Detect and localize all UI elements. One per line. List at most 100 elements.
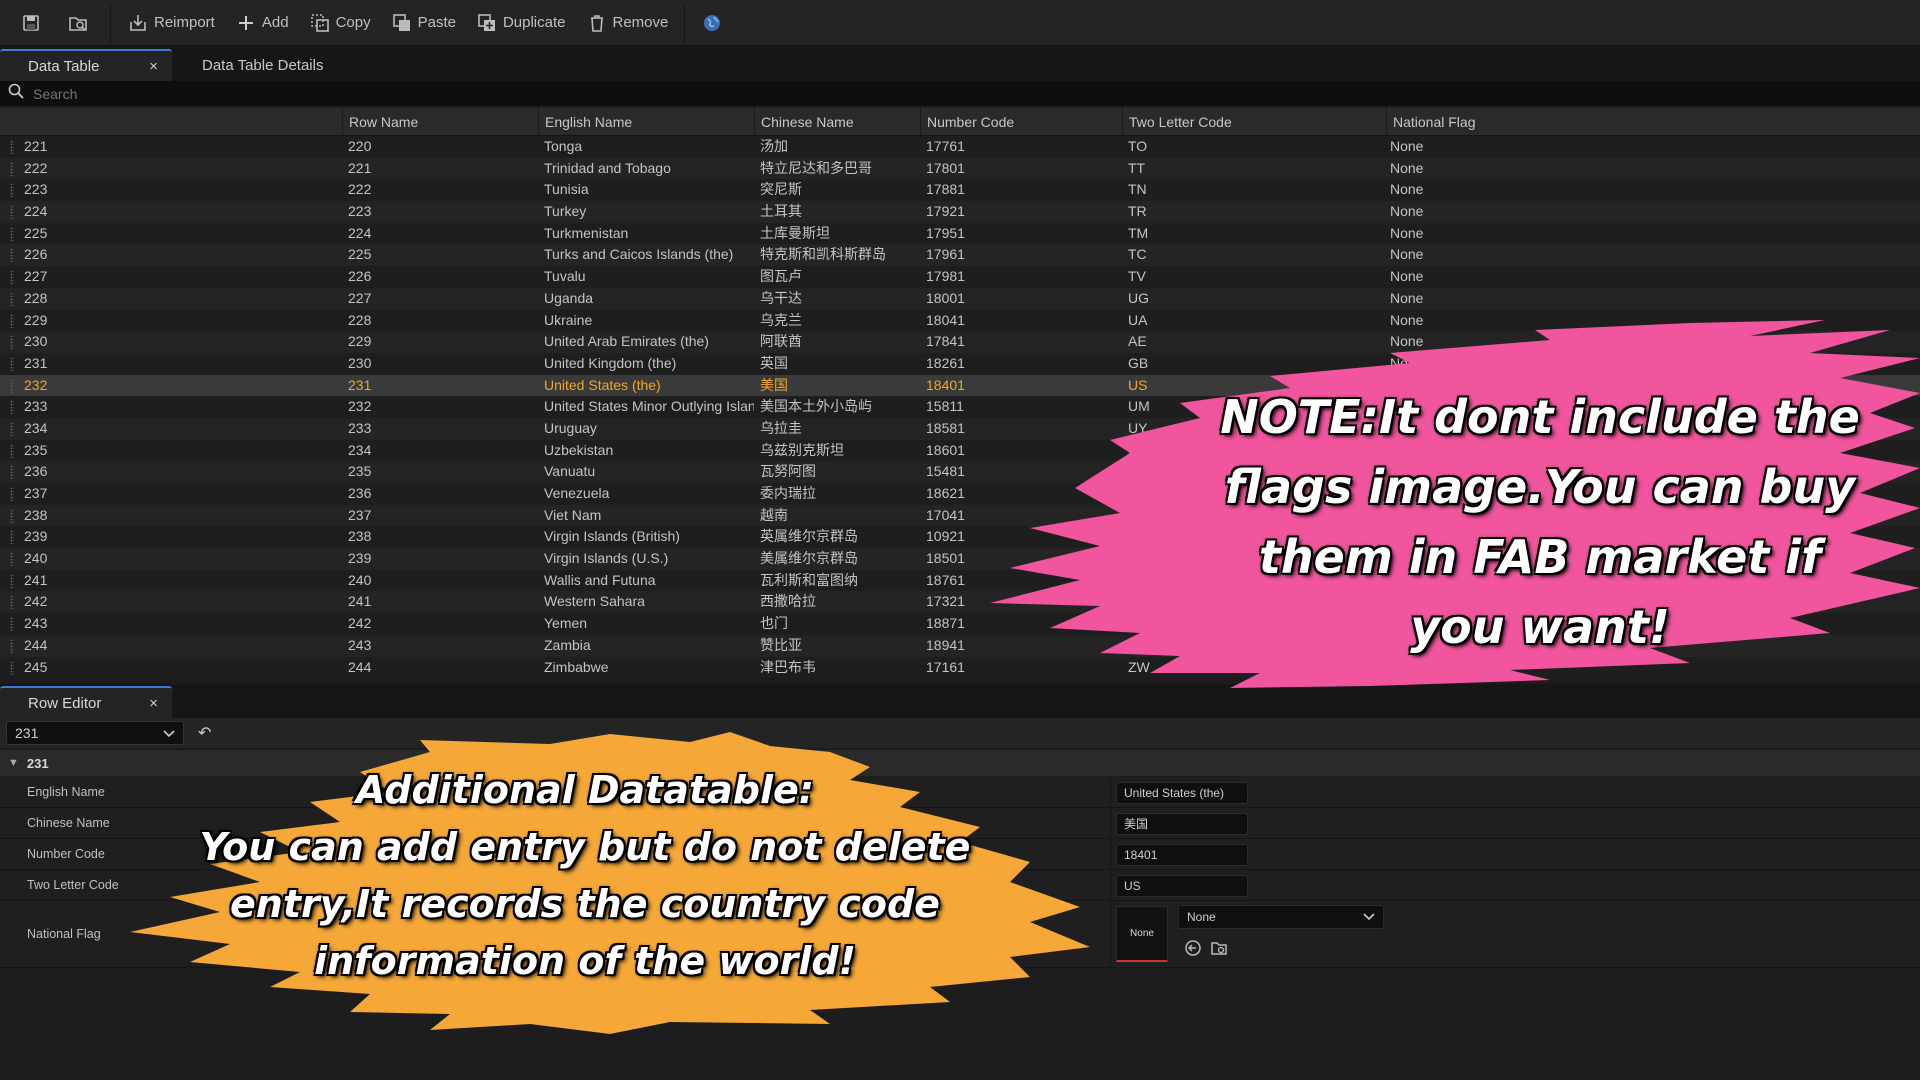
remove-button[interactable]: Remove [576,6,679,40]
cell-number-code: 17801 [926,159,965,176]
column-header-chinese-name[interactable]: Chinese Name [754,108,920,136]
drag-handle-icon[interactable] [10,313,14,328]
cell-national-flag: None [1390,333,1424,350]
drag-handle-icon[interactable] [10,530,14,545]
table-row[interactable]: 228 227 Uganda 乌干达 18001 UG None [0,287,1920,310]
tab-row-editor[interactable]: Row Editor × [0,686,172,718]
table-row[interactable]: 225 224 Turkmenistan 土库曼斯坦 17951 TM None [0,222,1920,245]
browse-asset-icon[interactable] [1210,939,1228,957]
cell-number-code: 17881 [926,181,965,198]
drag-handle-icon[interactable] [10,291,14,306]
cell-row-index: 236 [24,463,48,480]
cell-row-index: 245 [24,658,48,675]
drag-handle-icon[interactable] [10,421,14,436]
paste-button[interactable]: Paste [381,6,466,40]
table-row[interactable]: 230 229 United Arab Emirates (the) 阿联酋 17841… [0,331,1920,353]
number-code-field[interactable]: 18401 [1116,844,1248,866]
drag-handle-icon[interactable] [10,226,14,241]
table-row[interactable]: 224 223 Turkey 土耳其 17921 TR None [0,201,1920,223]
flag-asset-dropdown[interactable]: None [1178,905,1384,929]
column-header-row-name[interactable]: Row Name [342,108,538,136]
duplicate-button[interactable]: Duplicate [466,6,576,40]
search-bar [0,81,1920,106]
drag-handle-icon[interactable] [10,356,14,371]
cell-row-name: 244 [348,658,372,675]
cell-row-index: 238 [24,506,48,523]
table-row[interactable]: 231 230 United Kingdom (the) 英国 18261 GB None [0,352,1920,375]
reimport-icon [127,12,149,34]
drag-handle-icon[interactable] [10,161,14,176]
browse-button[interactable] [57,6,104,40]
table-row[interactable]: 223 222 Tunisia 突尼斯 17881 TN None [0,179,1920,202]
drag-handle-icon[interactable] [10,443,14,458]
cell-number-code: 17841 [926,333,965,350]
drag-handle-icon[interactable] [10,595,14,610]
cell-two-letter-code: TC [1128,246,1147,263]
copy-button[interactable]: Copy [299,6,381,40]
table-row[interactable]: 226 225 Turks and Caicos Islands (the) 特克斯和… [0,244,1920,267]
drag-handle-icon[interactable] [10,140,14,154]
cell-english-name: Wallis and Futuna [544,571,656,588]
tab-data-table-label: Data Table [28,57,100,75]
table-row[interactable]: 229 228 Ukraine 乌克兰 18041 UA None [0,309,1920,332]
property-label: Two Letter Code [27,878,119,892]
save-button[interactable] [10,6,57,40]
drag-handle-icon[interactable] [10,638,14,653]
drag-handle-icon[interactable] [10,617,14,632]
undo-icon[interactable]: ↶ [198,723,211,743]
orange-note-line: Additional Datatable: [356,768,814,812]
search-input[interactable] [33,85,433,102]
cell-english-name: Uganda [544,289,594,306]
source-control-button[interactable] [691,6,738,40]
close-icon[interactable]: × [149,58,158,75]
cell-english-name: United States Minor Outlying Islands [544,398,754,415]
table-row[interactable]: 222 221 Trinidad and Tobago 特立尼达和多巴哥 17801 TT… [0,157,1920,180]
drag-handle-icon[interactable] [10,465,14,480]
table-row[interactable]: 221 220 Tonga 汤加 17761 TO None [0,136,1920,158]
drag-handle-icon[interactable] [10,487,14,501]
drag-handle-icon[interactable] [10,205,14,220]
table-row[interactable]: 227 226 Tuvalu 图瓦卢 17981 TV None [0,266,1920,288]
cell-number-code: 18761 [926,571,965,588]
row-select-dropdown[interactable]: 231 [6,721,184,745]
cell-number-code: 18261 [926,354,965,371]
use-selected-icon[interactable] [1184,939,1202,957]
tab-data-table-details[interactable]: Data Table Details [172,49,337,81]
cell-number-code: 17321 [926,593,965,610]
column-header-two-letter-code[interactable]: Two Letter Code [1122,108,1386,136]
close-icon[interactable]: × [149,695,158,712]
drag-handle-icon[interactable] [10,248,14,263]
drag-handle-icon[interactable] [10,335,14,350]
cell-row-name: 236 [348,485,372,501]
tab-data-table[interactable]: Data Table × [0,49,172,81]
search-icon [8,83,24,104]
column-header-national-flag[interactable]: National Flag [1386,108,1920,136]
cell-row-index: 222 [24,159,48,176]
cell-national-flag: None [1390,268,1424,285]
column-header-english-name[interactable]: English Name [538,108,754,136]
chinese-name-field[interactable]: 美国 [1116,813,1248,835]
drag-handle-icon[interactable] [10,270,14,285]
cell-chinese-name: 土耳其 [760,203,802,220]
cell-national-flag: None [1390,246,1424,263]
add-button[interactable]: Add [225,6,299,40]
drag-handle-icon[interactable] [10,183,14,198]
cell-row-index: 233 [24,398,48,415]
drag-handle-icon[interactable] [10,573,14,588]
cell-number-code: 17961 [926,246,965,263]
column-header-number-code[interactable]: Number Code [920,108,1122,136]
cell-english-name: Uzbekistan [544,441,614,458]
english-name-field[interactable]: United States (the) [1116,782,1248,804]
paste-label: Paste [417,14,456,31]
cell-chinese-name: 赞比亚 [760,636,802,653]
drag-handle-icon[interactable] [10,400,14,415]
flag-thumbnail[interactable]: None [1116,906,1168,962]
reimport-button[interactable]: Reimport [117,6,225,40]
cell-english-name: Virgin Islands (U.S.) [544,550,669,567]
drag-handle-icon[interactable] [10,660,14,675]
drag-handle-icon[interactable] [10,552,14,567]
two-letter-code-field[interactable]: US [1116,875,1248,897]
cell-chinese-name: 越南 [760,506,788,523]
drag-handle-icon[interactable] [10,508,14,523]
drag-handle-icon[interactable] [10,378,14,393]
